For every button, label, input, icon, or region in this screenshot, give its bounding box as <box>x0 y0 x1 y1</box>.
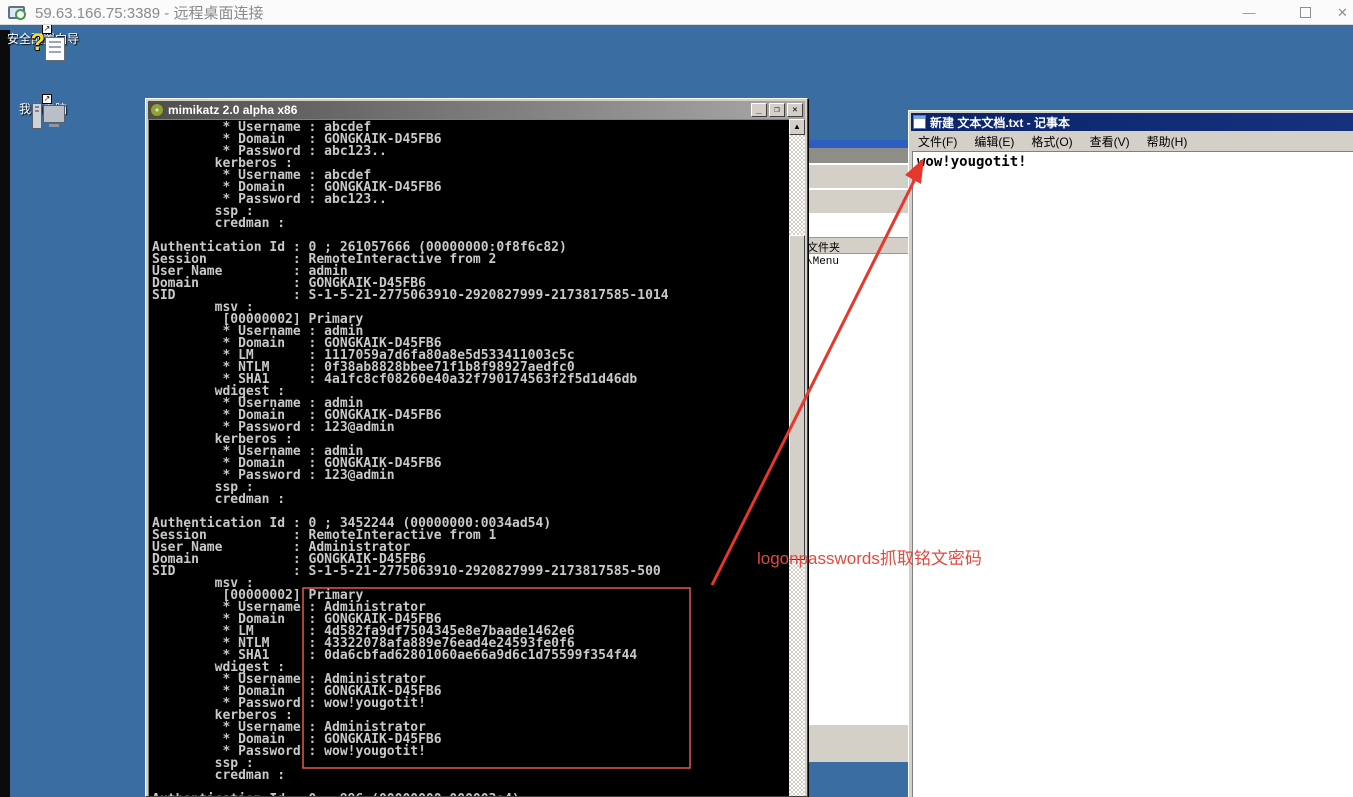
mimikatz-titlebar[interactable]: mimikatz 2.0 alpha x86 _ ❐ ✕ <box>148 101 805 119</box>
notepad-titlebar[interactable]: 新建 文本文档.txt - 记事本 <box>911 113 1353 131</box>
desktop-icon-my-computer[interactable]: ↗ 我的电脑 <box>0 94 86 129</box>
notepad-window: 新建 文本文档.txt - 记事本 文件(F) 编辑(E) 格式(O) 查看(V… <box>908 110 1353 797</box>
security-wizard-icon <box>45 37 65 61</box>
minimize-button[interactable]: _ <box>751 103 767 117</box>
explorer-menubar <box>801 148 910 164</box>
explorer-statusbar <box>801 724 910 752</box>
my-computer-icon <box>43 105 65 123</box>
console-scrollbar[interactable]: ▲ <box>789 119 805 796</box>
explorer-toolbar <box>801 189 910 214</box>
menu-format[interactable]: 格式(O) <box>1031 133 1072 150</box>
explorer-folder-tree: \Menu <box>801 254 910 724</box>
close-button[interactable]: ✕ <box>1333 0 1353 25</box>
notepad-title: 新建 文本文档.txt - 记事本 <box>930 115 1070 130</box>
notepad-menubar: 文件(F) 编辑(E) 格式(O) 查看(V) 帮助(H) <box>911 132 1353 150</box>
explorer-toolbar <box>801 164 910 189</box>
rdp-session-screen: 59.63.166.75:3389 - 远程桌面连接 — ✕ ? ↗ 安全配置向… <box>0 0 1353 797</box>
explorer-titlebar <box>801 140 910 148</box>
annotation-text: logonpasswords抓取铭文密码 <box>757 549 982 568</box>
scroll-up-arrow-icon[interactable]: ▲ <box>789 119 805 135</box>
minimize-button[interactable]: — <box>1221 0 1277 25</box>
menu-view[interactable]: 查看(V) <box>1090 133 1130 150</box>
close-button[interactable]: ✕ <box>787 103 803 117</box>
restore-button[interactable]: ❐ <box>769 103 785 117</box>
notepad-edit-area[interactable]: wow!yougotit! <box>912 151 1353 797</box>
scrollbar-thumb[interactable] <box>789 235 805 560</box>
maximize-icon <box>1299 7 1311 18</box>
console-output: * Username : abcdef * Domain : GONGKAIK-… <box>148 119 789 796</box>
shortcut-arrow-icon: ↗ <box>42 94 52 104</box>
remote-desktop-icon <box>8 5 26 20</box>
notepad-icon <box>913 115 926 129</box>
desktop-icon-security-wizard[interactable]: ? ↗ 安全配置向导 <box>0 24 86 61</box>
mimikatz-title: mimikatz 2.0 alpha x86 <box>168 103 298 117</box>
maximize-button[interactable] <box>1277 0 1333 25</box>
rdp-titlebar: 59.63.166.75:3389 - 远程桌面连接 — ✕ <box>0 0 1353 25</box>
background-window-edge <box>0 30 10 797</box>
menu-help[interactable]: 帮助(H) <box>1147 133 1188 150</box>
mimikatz-kiwi-icon <box>150 103 164 117</box>
explorer-window-partial: 文件夹 \Menu <box>800 140 910 762</box>
console-text: * Username : abcdef * Domain : GONGKAIK-… <box>152 120 669 796</box>
explorer-address-bar[interactable] <box>801 214 910 238</box>
shortcut-arrow-icon: ↗ <box>42 24 52 34</box>
menu-file[interactable]: 文件(F) <box>918 133 957 150</box>
tree-item-menu[interactable]: \Menu <box>806 256 839 268</box>
rdp-title: 59.63.166.75:3389 - 远程桌面连接 <box>35 4 264 22</box>
menu-edit[interactable]: 编辑(E) <box>974 133 1014 150</box>
explorer-folders-header: 文件夹 <box>801 238 910 254</box>
mimikatz-window: mimikatz 2.0 alpha x86 _ ❐ ✕ * Username … <box>145 98 808 797</box>
notepad-text: wow!yougotit! <box>917 154 1027 170</box>
